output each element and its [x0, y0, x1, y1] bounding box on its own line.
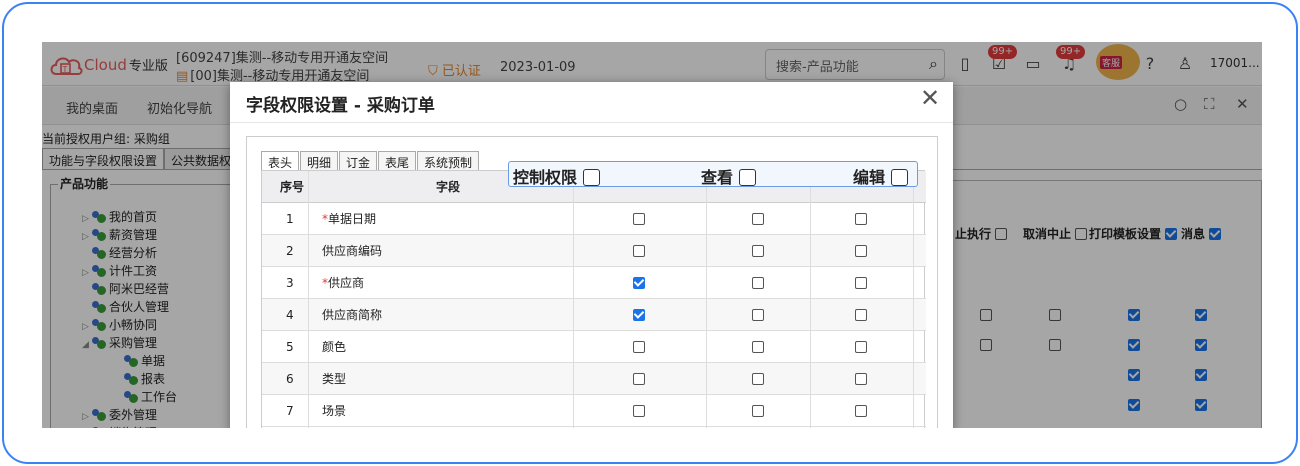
row-field: *供应商 — [322, 267, 364, 299]
permission-header-callout: 控制权限 查看 编辑 — [508, 161, 918, 187]
edit-checkbox[interactable] — [855, 277, 867, 289]
edit-all-checkbox[interactable] — [891, 169, 909, 186]
edit-header: 编辑 — [853, 164, 909, 188]
view-checkbox[interactable] — [752, 309, 764, 321]
row-field-label: 单据日期 — [328, 212, 377, 226]
edit-checkbox[interactable] — [855, 245, 867, 257]
table-row: 1 *单据日期 — [262, 203, 926, 235]
tab-header[interactable]: 表头 — [261, 151, 300, 171]
view-all-checkbox[interactable] — [739, 169, 757, 186]
row-index: 6 — [286, 372, 294, 386]
table-row: 6 类型 — [262, 363, 926, 395]
row-field: 场景 — [322, 395, 346, 427]
tab-detail[interactable]: 明细 — [300, 151, 339, 171]
header-index: 序号 — [280, 180, 305, 194]
row-field: 颜色 — [322, 331, 346, 363]
edit-checkbox[interactable] — [855, 341, 867, 353]
view-checkbox[interactable] — [752, 213, 764, 225]
control-checkbox[interactable] — [633, 405, 645, 417]
table-row: 3 *供应商 — [262, 267, 926, 299]
control-permission-header: 控制权限 — [513, 164, 601, 188]
control-checkbox[interactable] — [633, 341, 645, 353]
close-icon[interactable]: ✕ — [920, 84, 940, 112]
header-field: 字段 — [436, 180, 461, 194]
edit-checkbox[interactable] — [855, 309, 867, 321]
row-field-label: 供应商简称 — [322, 308, 383, 322]
view-checkbox[interactable] — [752, 405, 764, 417]
dialog-divider — [230, 122, 953, 123]
table-row: 7 场景 — [262, 395, 926, 427]
row-index: 4 — [286, 308, 294, 322]
control-checkbox[interactable] — [633, 277, 645, 289]
row-field: 供应商编码 — [322, 235, 382, 267]
view-checkbox[interactable] — [752, 373, 764, 385]
tab-preset[interactable]: 系统预制 — [417, 151, 480, 171]
row-field: 类型 — [322, 363, 346, 395]
view-checkbox[interactable] — [752, 341, 764, 353]
edit-checkbox[interactable] — [855, 373, 867, 385]
field-table: 序号 字段 1 *单据日期 2 供应商编码 3 *供应商 4 供应商简称 5 颜色 6 类型 7 场景 — [261, 170, 926, 428]
row-field-label: 类型 — [322, 372, 347, 386]
row-index: 5 — [286, 340, 294, 354]
control-permission-label: 控制权限 — [513, 168, 578, 187]
view-checkbox[interactable] — [752, 277, 764, 289]
edit-label: 编辑 — [853, 168, 886, 187]
column-divider — [913, 171, 914, 428]
control-checkbox[interactable] — [633, 213, 645, 225]
row-field: 供应商简称 — [322, 299, 382, 331]
column-divider — [308, 171, 309, 428]
table-row: 4 供应商简称 — [262, 299, 926, 331]
control-all-checkbox[interactable] — [583, 169, 601, 186]
tab-deposit[interactable]: 订金 — [339, 151, 378, 171]
row-field-label: 供应商编码 — [322, 244, 383, 258]
column-divider — [706, 171, 707, 428]
row-index: 2 — [286, 244, 294, 258]
control-checkbox[interactable] — [633, 373, 645, 385]
table-row: 5 颜色 — [262, 331, 926, 363]
view-label: 查看 — [701, 168, 734, 187]
control-checkbox[interactable] — [633, 309, 645, 321]
view-checkbox[interactable] — [752, 245, 764, 257]
dialog-title: 字段权限设置 - 采购订单 — [246, 96, 435, 116]
screenshot-frame: T Cloud 专业版 [609247]集测--移动专用开通友空间 ▤ [00]集测… — [2, 2, 1298, 464]
tab-footer[interactable]: 表尾 — [378, 151, 417, 171]
row-index: 1 — [286, 212, 294, 226]
row-index: 7 — [286, 404, 294, 418]
row-field-label: 场景 — [322, 404, 347, 418]
row-field-label: 供应商 — [328, 276, 365, 290]
edit-checkbox[interactable] — [855, 405, 867, 417]
column-divider — [573, 171, 574, 428]
control-checkbox[interactable] — [633, 245, 645, 257]
row-field-label: 颜色 — [322, 340, 347, 354]
row-field: *单据日期 — [322, 203, 376, 235]
row-index: 3 — [286, 276, 294, 290]
view-header: 查看 — [701, 164, 757, 188]
field-permission-dialog: 字段权限设置 - 采购订单 ✕ 表头 明细 订金 表尾 系统预制 序号 字段 1… — [230, 82, 953, 428]
edit-checkbox[interactable] — [855, 213, 867, 225]
column-divider — [810, 171, 811, 428]
app-screen: T Cloud 专业版 [609247]集测--移动专用开通友空间 ▤ [00]集测… — [42, 42, 1262, 428]
table-row: 2 供应商编码 — [262, 235, 926, 267]
